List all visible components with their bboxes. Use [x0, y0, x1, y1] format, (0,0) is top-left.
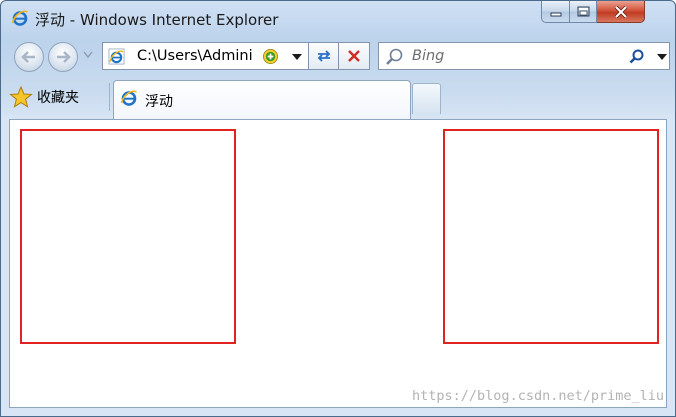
tab-separator [109, 83, 110, 111]
search-icon[interactable] [628, 48, 646, 66]
minimize-button[interactable] [541, 1, 570, 23]
search-options-dropdown[interactable] [657, 54, 667, 61]
forward-button[interactable] [48, 42, 78, 72]
browser-window: 浮动 - Windows Internet Explorer C:\Users\… [0, 0, 676, 417]
maximize-icon [577, 6, 589, 17]
refresh-icon [317, 50, 330, 62]
forward-arrow-icon [57, 51, 71, 63]
search-input[interactable]: Bing [412, 48, 444, 64]
stop-button[interactable] [339, 42, 370, 70]
title-bar[interactable]: 浮动 - Windows Internet Explorer [1, 1, 675, 37]
refresh-button[interactable] [308, 42, 339, 70]
ie-icon [11, 10, 28, 26]
close-button[interactable] [597, 1, 645, 23]
recent-pages-dropdown[interactable] [83, 51, 93, 59]
star-icon [9, 86, 33, 108]
tab-active[interactable]: 浮动 [113, 80, 411, 120]
close-icon [614, 5, 627, 18]
search-box[interactable]: Bing [378, 42, 670, 70]
left-float-box [20, 129, 236, 344]
stop-icon [348, 50, 360, 62]
address-text[interactable]: C:\Users\Admini [137, 48, 253, 64]
tab-bar: 收藏夹 浮动 [1, 77, 675, 120]
page-content: https://blog.csdn.net/prime_liu [9, 119, 667, 408]
favorites-label: 收藏夹 [37, 90, 79, 106]
address-bar[interactable]: C:\Users\Admini [102, 42, 308, 70]
back-arrow-icon [21, 51, 35, 63]
new-tab-button[interactable] [412, 83, 441, 114]
navigation-bar: C:\Users\Admini Bing [1, 37, 675, 77]
ie-page-icon [108, 48, 125, 65]
window-title: 浮动 - Windows Internet Explorer [35, 11, 279, 29]
search-provider-icon [386, 48, 403, 65]
right-float-box [443, 129, 659, 344]
address-dropdown-icon[interactable] [292, 54, 302, 61]
compatibility-view-icon[interactable] [262, 48, 279, 65]
tab-label: 浮动 [145, 94, 173, 110]
back-button[interactable] [14, 42, 44, 72]
ie-icon [120, 90, 137, 106]
maximize-button[interactable] [570, 1, 597, 23]
minimize-icon [550, 12, 561, 16]
watermark: https://blog.csdn.net/prime_liu [412, 388, 664, 404]
favorites-button[interactable]: 收藏夹 [9, 83, 79, 111]
caption-buttons [541, 1, 669, 23]
